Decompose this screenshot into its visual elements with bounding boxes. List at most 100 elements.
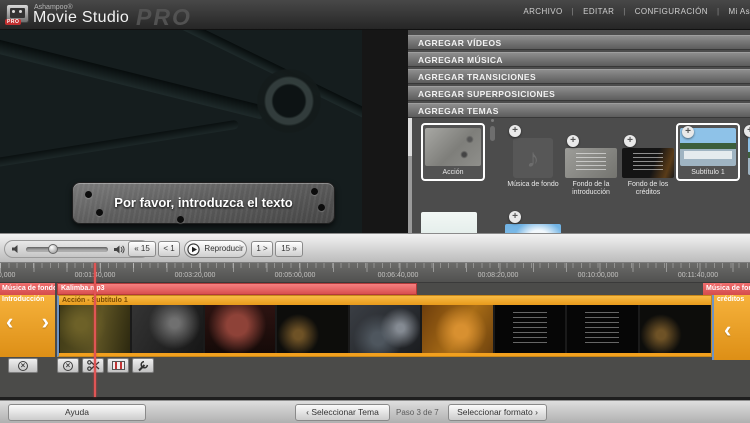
rivet-dot <box>311 188 318 195</box>
title-bar: PRO Ashampoo® Movie Studio PRO ARCHIVO |… <box>0 0 750 30</box>
settings-button[interactable] <box>132 358 154 373</box>
speaker-low-icon <box>11 244 21 254</box>
credits-section-label: créditos <box>714 295 750 303</box>
intro-section-label: Introducción <box>0 295 55 303</box>
add-icon[interactable]: + <box>509 125 521 137</box>
accordion-agregar-superposiciones[interactable]: AGREGAR SUPERPOSICIONES <box>408 86 750 101</box>
music-track-label: Música de fondo <box>0 283 55 295</box>
trim-button[interactable] <box>107 358 129 373</box>
theme-item-accion[interactable]: Acción <box>421 123 485 181</box>
cut-button[interactable] <box>82 358 104 373</box>
theme-thumbnail[interactable] <box>565 148 617 178</box>
ruler-label: 00:03:20,000 <box>164 272 226 279</box>
skip-back-15-button[interactable]: « 15 <box>128 241 156 257</box>
play-label: Reproducir <box>204 242 243 256</box>
menu-separator: | <box>717 7 719 16</box>
media-panel: AGREGAR VÍDEOS AGREGAR MÚSICA AGREGAR TR… <box>408 30 750 237</box>
delete-section-button[interactable]: × <box>8 358 38 373</box>
next-step-button[interactable]: Seleccionar formato › <box>448 404 547 421</box>
main-menu: ARCHIVO | EDITAR | CONFIGURACIÓN | Mi As <box>523 7 750 16</box>
video-preview[interactable]: Por favor, introduzca el texto <box>0 30 362 233</box>
app-logo-icon: PRO <box>6 4 29 23</box>
add-icon[interactable]: + <box>509 211 521 223</box>
ruler-label: 00:05:00,000 <box>264 272 326 279</box>
skip-fwd-1-button[interactable]: 1 > <box>251 241 273 257</box>
ruler-label: 00:08:20,000 <box>467 272 529 279</box>
volume-slider[interactable] <box>26 247 108 252</box>
menu-archivo[interactable]: ARCHIVO <box>523 7 562 16</box>
wizard-footer: Ayuda ‹ Seleccionar Tema Paso 3 de 7 Sel… <box>0 400 750 423</box>
theme-item-subtitulo-1[interactable]: + Subtítulo 1 <box>676 123 740 181</box>
film-frame[interactable] <box>495 305 565 353</box>
volume-slider-thumb[interactable] <box>48 244 58 254</box>
theme-label: Música de fondo <box>505 181 561 189</box>
panel-scrollbar[interactable] <box>408 118 412 237</box>
nav-prev-icon[interactable]: ‹ <box>6 311 13 333</box>
theme-item-fondo-creditos[interactable]: + Fondo de los créditos <box>620 148 676 197</box>
film-frame[interactable] <box>422 305 492 353</box>
credits-section-block: créditos ‹ <box>712 295 750 360</box>
nav-next-icon[interactable]: › <box>42 311 49 333</box>
timeline-ruler[interactable]: 00:00:00,000 00:01:40,000 00:03:20,000 0… <box>0 263 750 283</box>
theme-thumbnail[interactable]: ♪ <box>513 138 553 178</box>
theme-thumbnail[interactable] <box>622 148 674 178</box>
playhead[interactable] <box>94 263 96 397</box>
rivet-dot <box>96 209 103 216</box>
theme-label: Fondo de los créditos <box>620 181 676 197</box>
music-track-label-right: Música de fondo <box>703 283 750 295</box>
intro-toolbar: × <box>8 358 38 373</box>
add-icon[interactable]: + <box>682 126 694 138</box>
preview-scene-detail <box>0 120 239 170</box>
delete-clip-button[interactable]: × <box>57 358 79 373</box>
theme-label: Subtítulo 1 <box>680 169 736 177</box>
ruler-label: 00:11:40,000 <box>667 272 729 279</box>
menu-editar[interactable]: EDITAR <box>583 7 614 16</box>
music-clip-kalimba[interactable]: Kalimba.mp3 <box>57 283 417 295</box>
app-title: Movie Studio <box>33 9 129 27</box>
menu-mi-ashampoo[interactable]: Mi As <box>728 7 750 16</box>
pro-badge: PRO <box>5 19 21 25</box>
nav-prev-icon[interactable]: ‹ <box>724 319 731 341</box>
accordion-agregar-videos[interactable]: AGREGAR VÍDEOS <box>408 35 750 50</box>
ruler-label: 00:10:00,000 <box>567 272 629 279</box>
accordion-agregar-musica[interactable]: AGREGAR MÚSICA <box>408 52 750 67</box>
prev-step-button[interactable]: ‹ Seleccionar Tema <box>295 404 390 421</box>
film-frame[interactable] <box>640 305 710 353</box>
theme-thumbnail[interactable] <box>425 128 481 166</box>
theme-item-fondo-introduccion[interactable]: + Fondo de la introducción <box>563 148 619 197</box>
preview-scene-detail <box>252 64 326 138</box>
filmstrip[interactable] <box>59 305 711 353</box>
add-icon[interactable]: + <box>744 125 750 137</box>
accordion-agregar-temas[interactable]: AGREGAR TEMAS <box>408 103 750 118</box>
film-frame[interactable] <box>277 305 347 353</box>
theme-item-musica-de-fondo[interactable]: + ♪ Música de fondo <box>505 138 561 189</box>
theme-clip-title: Acción - Subtítulo 1 <box>59 296 711 305</box>
help-button[interactable]: Ayuda <box>8 404 146 421</box>
playback-controls: « 15 < 1 Reproducir 1 > 15 » <box>0 233 750 263</box>
menu-configuracion[interactable]: CONFIGURACIÓN <box>635 7 708 16</box>
delete-icon: × <box>63 361 73 371</box>
caption-overlay[interactable]: Por favor, introduzca el texto <box>72 182 335 224</box>
skip-fwd-15-button[interactable]: 15 » <box>275 241 303 257</box>
clip-toolbar: × <box>57 358 154 373</box>
ruler-label: 00:00:00,000 <box>0 272 26 279</box>
play-button[interactable]: Reproducir <box>184 240 247 258</box>
trim-frame-icon <box>112 361 125 370</box>
film-frame[interactable] <box>205 305 275 353</box>
film-frame[interactable] <box>350 305 420 353</box>
add-icon[interactable]: + <box>624 135 636 147</box>
accordion-agregar-transiciones[interactable]: AGREGAR TRANSICIONES <box>408 69 750 84</box>
scrollbar-thumb[interactable] <box>408 118 412 156</box>
divider-handle <box>490 126 495 141</box>
film-frame[interactable] <box>567 305 637 353</box>
next-arrow-icon: › <box>535 407 538 417</box>
rivet-dot <box>318 204 325 211</box>
skip-back-1-button[interactable]: < 1 <box>158 241 180 257</box>
wrench-icon <box>137 360 149 372</box>
timeline-tracks: Música de fondo Kalimba.mp3 Música de fo… <box>0 283 750 397</box>
background-gap <box>362 30 408 237</box>
theme-clip[interactable]: Acción - Subtítulo 1 <box>57 295 712 357</box>
prev-arrow-icon: ‹ <box>306 407 309 417</box>
film-frame[interactable] <box>132 305 202 353</box>
add-icon[interactable]: + <box>567 135 579 147</box>
